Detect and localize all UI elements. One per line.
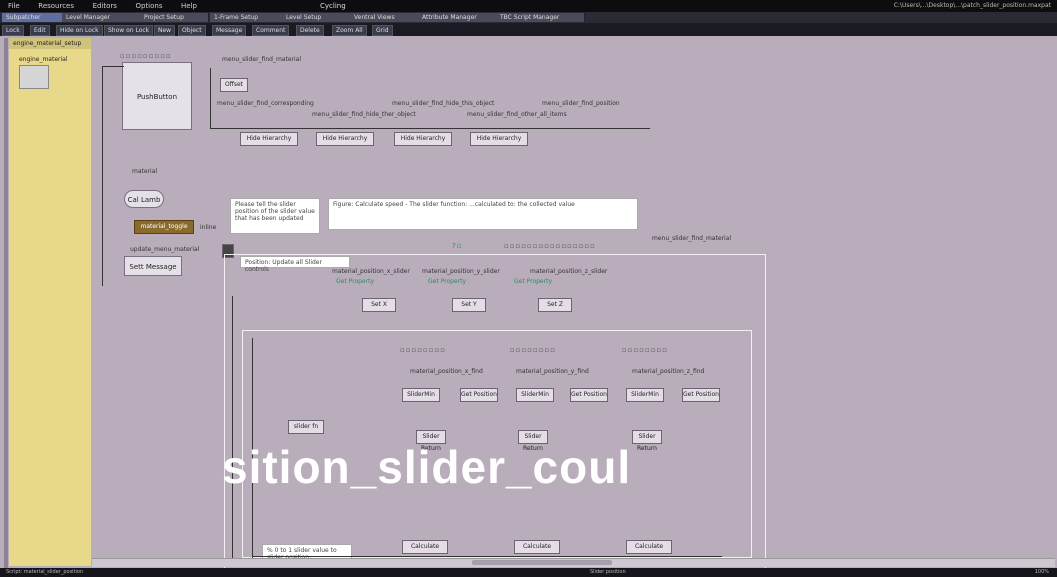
horizontal-scrollbar[interactable]: [92, 558, 1055, 567]
slider-min-z[interactable]: SliderMin: [626, 388, 664, 402]
left-sub-node[interactable]: slider fn: [288, 420, 324, 434]
wire: [252, 556, 722, 557]
wire: [102, 66, 124, 67]
status-bar: Script: material_slider_position Slider …: [0, 568, 1057, 577]
inlet-row-3: ▫▫▫▫▫▫▫▫: [622, 346, 668, 354]
tab-subpatcher[interactable]: Subpatcher: [2, 13, 63, 22]
file-path: C:\Users\...\Desktop\...\patch_slider_po…: [893, 2, 1051, 9]
set-z-node[interactable]: Set Z: [538, 298, 572, 312]
scroll-thumb[interactable]: [472, 560, 612, 565]
left-gutter: [4, 38, 8, 568]
get-position-y[interactable]: Get Position: [570, 388, 608, 402]
message-header: update_menu_material: [130, 246, 200, 253]
tab-frame-setup[interactable]: 1-Frame Setup: [210, 13, 284, 22]
slider-min-x[interactable]: SliderMin: [402, 388, 440, 402]
menu-editors[interactable]: Editors: [85, 0, 125, 12]
inlet-ticks: ▫▫▫▫▫▫▫▫▫: [120, 52, 172, 60]
delete-button[interactable]: Delete: [296, 25, 324, 36]
inlet-row-2: ▫▫▫▫▫▫▫▫: [510, 346, 556, 354]
tab-ventral-views[interactable]: Ventral Views: [350, 13, 421, 22]
message-button[interactable]: Message: [212, 25, 247, 36]
slider-return-z[interactable]: Slider Return: [632, 430, 662, 452]
subpatch-caption: Position: Update all Slider controls: [240, 256, 350, 273]
calculate-y[interactable]: Calculate: [514, 540, 560, 554]
palette-item-label: engine_material: [19, 56, 68, 63]
object-button[interactable]: Object: [178, 25, 206, 36]
toolbar: Lock Edit Hide on Lock Show on Lock New …: [0, 23, 1057, 36]
status-center: Slider position: [590, 569, 626, 575]
right-label: menu_slider_find_material: [652, 235, 732, 242]
wire: [232, 296, 233, 566]
get-property-y: Get Property: [428, 278, 466, 285]
pushbutton-node[interactable]: PushButton: [122, 62, 192, 130]
subpatch-overlay-title: sition_slider_coul: [222, 441, 632, 493]
branch-label-4: menu_slider_find_hide_ther_object: [312, 111, 416, 118]
tab-attribute-manager[interactable]: Attribute Manager: [418, 13, 499, 22]
object-palette: engine_material_setup engine_material: [9, 38, 92, 566]
status-zoom: 100%: [1034, 569, 1049, 575]
status-left: Script: material_slider_position: [6, 569, 84, 575]
hide-hierarchy-node-4[interactable]: Hide Hierarchy: [470, 132, 528, 146]
wire: [210, 128, 650, 129]
outlet-ticks: ▫▫▫▫▫▫▫▫▫▫▫▫▫▫▫▫: [504, 242, 596, 250]
calc-node[interactable]: Cal Lamb: [124, 190, 164, 208]
lock-button[interactable]: Lock: [2, 25, 24, 36]
find-label-z: material_position_z_find: [632, 368, 705, 375]
tab-script-manager[interactable]: TBC Script Manager: [496, 13, 585, 22]
set-y-node[interactable]: Set Y: [452, 298, 486, 312]
hide-hierarchy-node-3[interactable]: Hide Hierarchy: [394, 132, 452, 146]
tab-bar: Subpatcher Level Manager Project Setup 1…: [0, 12, 1057, 23]
tab-level-setup[interactable]: Level Setup: [282, 13, 351, 22]
set-x-node[interactable]: Set X: [362, 298, 396, 312]
top-node-label: menu_slider_find_material: [222, 56, 302, 63]
calculate-x[interactable]: Calculate: [402, 540, 448, 554]
get-property-x: Get Property: [336, 278, 374, 285]
calculate-z[interactable]: Calculate: [626, 540, 672, 554]
comment-box-1[interactable]: Please tell the slider position of the s…: [230, 198, 320, 234]
comment-box-2[interactable]: Figure: Calculate speed - The slider fun…: [328, 198, 638, 230]
sett-message-node[interactable]: Sett Message: [124, 256, 182, 276]
offset-node[interactable]: Offset: [220, 78, 248, 92]
selected-suffix: inline: [200, 224, 217, 231]
edit-button[interactable]: Edit: [30, 25, 50, 36]
menu-bar: File Resources Editors Options Help Cycl…: [0, 0, 1057, 12]
show-on-lock-button[interactable]: Show on Lock: [104, 25, 154, 36]
palette-item[interactable]: engine_material: [19, 56, 68, 92]
grid-button[interactable]: Grid: [372, 25, 393, 36]
get-property-z: Get Property: [514, 278, 552, 285]
wire: [210, 68, 211, 128]
find-label-y: material_position_y_find: [516, 368, 589, 375]
get-position-z[interactable]: Get Position: [682, 388, 720, 402]
new-button[interactable]: New: [154, 25, 176, 36]
menu-file[interactable]: File: [0, 0, 28, 12]
branch-label-6: menu_slider_find_position: [542, 100, 620, 107]
menu-resources[interactable]: Resources: [30, 0, 82, 12]
green-marker: ?▫: [452, 242, 463, 250]
comment-button[interactable]: Comment: [252, 25, 290, 36]
branch-label-5: menu_slider_find_other_all_items: [467, 111, 567, 118]
tab-project-setup[interactable]: Project Setup: [140, 13, 209, 22]
wire: [102, 66, 103, 286]
menu-options[interactable]: Options: [127, 0, 170, 12]
palette-header: engine_material_setup: [9, 38, 91, 49]
axis-label-y: material_position_y_slider: [422, 268, 500, 275]
zoom-all-button[interactable]: Zoom All: [332, 25, 367, 36]
calc-header: material: [132, 168, 158, 175]
hide-on-lock-button[interactable]: Hide on Lock: [56, 25, 103, 36]
selected-node[interactable]: material_toggle: [134, 220, 194, 234]
slider-min-y[interactable]: SliderMin: [516, 388, 554, 402]
hide-hierarchy-node-2[interactable]: Hide Hierarchy: [316, 132, 374, 146]
axis-label-z: material_position_z_slider: [530, 268, 608, 275]
axis-label-x: material_position_x_slider: [332, 268, 410, 275]
menu-help[interactable]: Help: [173, 0, 205, 12]
hide-hierarchy-node-1[interactable]: Hide Hierarchy: [240, 132, 298, 146]
window-title: Cycling: [320, 2, 346, 10]
get-position-x[interactable]: Get Position: [460, 388, 498, 402]
inlet-row-1: ▫▫▫▫▫▫▫▫: [400, 346, 446, 354]
branch-label-1: menu_slider_find_corresponding: [217, 100, 314, 107]
find-label-x: material_position_x_find: [410, 368, 483, 375]
branch-label-2: menu_slider_find_hide_this_object: [392, 100, 495, 107]
palette-item-thumbnail: [19, 65, 49, 89]
